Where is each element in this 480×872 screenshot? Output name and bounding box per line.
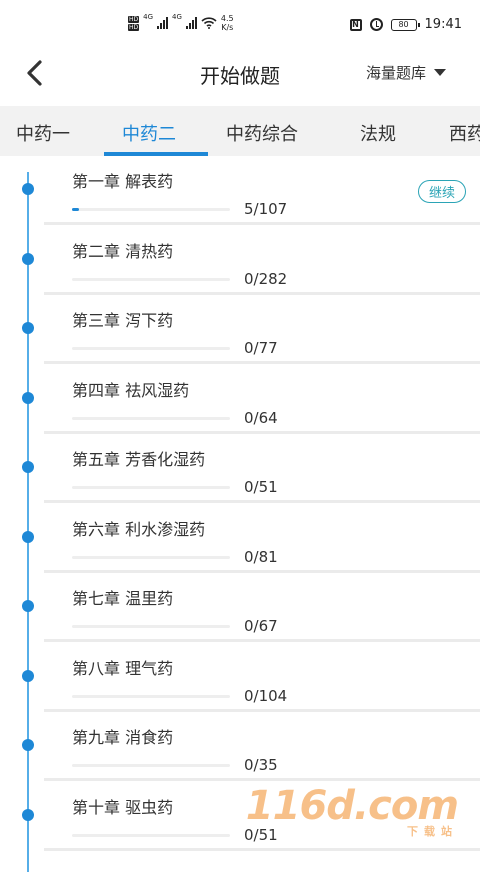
chapter-item[interactable]: 第三章 泻下药 0/77 — [0, 295, 480, 364]
chapter-list[interactable]: 第一章 解表药 5/107 继续第二章 清热药 0/282 第三章 泻下药 0/77 第四章… — [0, 156, 480, 872]
progress-track — [72, 277, 230, 281]
progress-count: 0/81 — [244, 547, 278, 566]
question-bank-dropdown[interactable]: 海量题库 — [366, 62, 446, 83]
progress-track — [72, 833, 230, 837]
signal-icon — [157, 17, 169, 29]
progress-track — [72, 347, 230, 350]
progress-count: 0/104 — [244, 686, 288, 705]
progress-count: 0/67 — [244, 617, 278, 635]
alarm-icon — [369, 18, 383, 31]
timeline-dot — [22, 669, 34, 682]
row-divider — [44, 847, 480, 851]
progress-count: 5/107 — [244, 200, 288, 218]
chapter-item[interactable]: 第十章 驱虫药 0/51 — [0, 782, 480, 851]
continue-button[interactable]: 继续 — [417, 180, 466, 203]
progress-track — [72, 764, 230, 767]
progress-count: 0/51 — [244, 478, 278, 496]
nfc-icon: N — [349, 18, 362, 31]
timeline-dot — [22, 808, 34, 821]
status-right: N 80 19:41 — [349, 17, 462, 32]
timeline-dot — [22, 322, 34, 334]
hd-icon: HD HD — [128, 15, 140, 31]
chapter-item[interactable]: 第六章 利水渗湿药 0/81 — [0, 504, 480, 573]
caret-down-icon — [434, 69, 446, 76]
timeline-dot — [22, 461, 34, 473]
chapter-item[interactable]: 第九章 消食药 0/35 — [0, 712, 480, 781]
progress-count: 0/64 — [244, 408, 278, 427]
chapter-title: 第十章 驱虫药 — [72, 797, 174, 817]
chapter-title: 第六章 利水渗湿药 — [72, 519, 206, 539]
tab-zhongyao-2[interactable]: 中药二 — [122, 120, 176, 146]
progress-track — [72, 694, 230, 698]
subject-tabs: 中药一 中药二 中药综合 法规 西药 — [0, 106, 480, 156]
chapter-title: 第五章 芳香化湿药 — [72, 450, 206, 469]
network-type-2: 4G — [172, 13, 182, 21]
tab-zhongyao-zonghe[interactable]: 中药综合 — [226, 120, 298, 146]
chapter-title: 第三章 泻下药 — [72, 311, 174, 330]
net-speed: 4.5 K/s — [220, 14, 234, 32]
chapter-title: 第四章 祛风湿药 — [72, 380, 190, 400]
progress-fill — [72, 208, 80, 211]
tab-zhongyao-1[interactable]: 中药一 — [16, 120, 70, 146]
clock: 19:41 — [424, 17, 462, 32]
chapter-item[interactable]: 第二章 清热药 0/282 — [0, 226, 480, 295]
question-bank-label: 海量题库 — [365, 64, 426, 82]
chapter-title: 第七章 温里药 — [72, 589, 174, 608]
chapter-item[interactable]: 第五章 芳香化湿药 0/51 — [0, 434, 480, 503]
timeline-dot — [22, 252, 34, 265]
chapter-item[interactable]: 第八章 理气药 0/104 — [0, 643, 480, 712]
timeline-dot — [22, 739, 34, 751]
status-left: HD HD 4G 4G 4.5 K/s — [128, 14, 234, 32]
header: 开始做题 海量题库 — [0, 44, 480, 106]
status-bar: HD HD 4G 4G 4.5 K/s N 80 19:41 — [0, 0, 480, 44]
battery-icon: 80 — [390, 18, 420, 31]
chapter-item[interactable]: 第七章 温里药 0/67 — [0, 573, 480, 642]
progress-track — [72, 555, 230, 559]
chapter-title: 第九章 消食药 — [72, 728, 174, 747]
progress-track — [72, 416, 230, 420]
tab-xiyao[interactable]: 西药 — [449, 120, 480, 146]
signal-icon-2 — [185, 17, 197, 29]
timeline-dot — [22, 183, 34, 195]
progress-count: 0/35 — [244, 756, 278, 774]
progress-track — [72, 625, 230, 628]
timeline-dot — [22, 391, 34, 404]
progress-count: 0/77 — [244, 339, 278, 357]
progress-track — [72, 208, 230, 211]
timeline-dot — [22, 600, 34, 612]
progress-count: 0/282 — [244, 269, 288, 288]
tab-fagui[interactable]: 法规 — [360, 120, 396, 146]
progress-track — [72, 486, 230, 489]
network-type-1: 4G — [143, 13, 154, 21]
chapter-item[interactable]: 第一章 解表药 5/107 继续 — [0, 156, 480, 225]
wifi-icon — [201, 17, 217, 29]
timeline-dot — [22, 530, 34, 543]
chapter-item[interactable]: 第四章 祛风湿药 0/64 — [0, 365, 480, 434]
progress-count: 0/51 — [244, 825, 278, 844]
chapter-title: 第一章 解表药 — [72, 172, 174, 191]
chapter-title: 第八章 理气药 — [72, 658, 174, 678]
chapter-title: 第二章 清热药 — [72, 241, 174, 261]
